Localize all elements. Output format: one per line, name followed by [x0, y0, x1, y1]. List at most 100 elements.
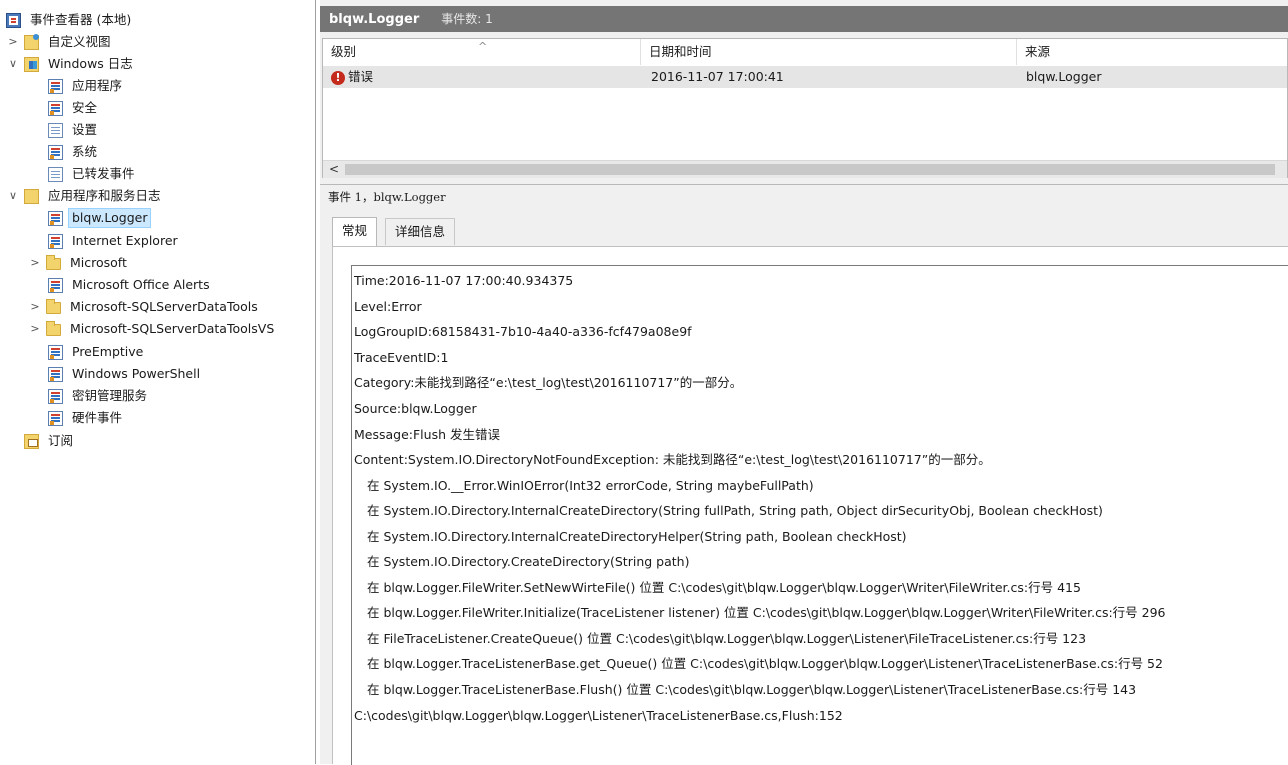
description-line: LogGroupID:68158431-7b10-4a40-a336-fcf47… [354, 324, 692, 339]
tree-item-label: 事件查看器 (本地) [30, 12, 132, 27]
tree-item-label: Microsoft Office Alerts [72, 277, 210, 292]
chevron-right-icon[interactable]: > [30, 301, 40, 312]
description-line: C:\codes\git\blqw.Logger\blqw.Logger\Lis… [354, 708, 843, 723]
tree-item-windows-logs[interactable]: ∨ Windows 日志 [8, 53, 137, 75]
event-level: 错误 [348, 69, 374, 84]
column-label: 级别 [331, 44, 357, 59]
chevron-right-icon[interactable]: > [8, 36, 18, 47]
stack-trace-line: 在 blqw.Logger.FileWriter.Initialize(Trac… [367, 605, 1166, 620]
column-header-level[interactable]: 级别 ^ [323, 39, 641, 65]
tree-item-app-services-logs[interactable]: ∨ 应用程序和服务日志 [8, 185, 165, 207]
description-line: Message:Flush 发生错误 [354, 427, 500, 442]
navigation-tree: 事件查看器 (本地) > 自定义视图 ∨ Windows 日志 应用程序 安全 … [0, 0, 316, 764]
tree-item-label: blqw.Logger [68, 208, 152, 228]
subscriptions-icon [24, 433, 39, 449]
event-viewer-root-icon [6, 12, 21, 28]
chevron-right-icon[interactable]: > [30, 323, 40, 334]
sort-ascending-icon: ^ [478, 40, 488, 53]
tree-item-label: 自定义视图 [48, 34, 111, 49]
description-line: Level:Error [354, 299, 422, 314]
folder-icon [46, 299, 61, 314]
tree-item-label: Windows PowerShell [72, 366, 201, 381]
event-level-cell: ! 错误 [331, 66, 373, 88]
tab-general[interactable]: 常规 [332, 217, 378, 246]
event-description-text[interactable]: Time:2016-11-07 17:00:40.934375 Level:Er… [351, 265, 1288, 765]
tree-item-preemptive[interactable]: PreEmptive [48, 341, 147, 363]
log-icon [48, 388, 63, 404]
event-source: blqw.Logger [1026, 69, 1102, 84]
log-icon [48, 210, 63, 226]
tree-item-label: PreEmptive [72, 344, 144, 359]
chevron-right-icon[interactable]: > [30, 257, 40, 268]
tree-item-label: Microsoft [70, 255, 127, 270]
tree-item-label: Microsoft-SQLServerDataTools [70, 299, 258, 314]
stack-trace-line: 在 System.IO.Directory.CreateDirectory(St… [367, 554, 690, 569]
stack-trace-line: 在 System.IO.__Error.WinIOError(Int32 err… [367, 478, 814, 493]
tree-item-custom-views[interactable]: > 自定义视图 [8, 31, 115, 53]
tree-item-system[interactable]: 系统 [48, 141, 101, 163]
windows-logs-folder-icon [24, 56, 39, 72]
tree-item-event-viewer-root[interactable]: 事件查看器 (本地) [6, 9, 135, 31]
tree-item-label: 密钥管理服务 [72, 388, 148, 403]
doc-log-icon [48, 166, 63, 182]
log-name: blqw.Logger [329, 12, 420, 27]
tree-item-application[interactable]: 应用程序 [48, 75, 126, 97]
tree-item-microsoft[interactable]: > Microsoft [30, 252, 131, 274]
error-icon: ! [331, 70, 345, 85]
tree-item-subscriptions[interactable]: 订阅 [24, 430, 77, 452]
log-icon [48, 344, 63, 360]
tab-details[interactable]: 详细信息 [385, 218, 456, 245]
column-header-datetime[interactable]: 日期和时间 [641, 39, 1017, 65]
folder-icon [46, 255, 61, 270]
tree-item-security[interactable]: 安全 [48, 97, 101, 119]
log-icon [48, 78, 63, 94]
log-icon [48, 366, 63, 382]
tree-item-hardware-events[interactable]: 硬件事件 [48, 407, 126, 429]
log-icon [48, 410, 63, 426]
tree-item-label: Microsoft-SQLServerDataToolsVS [70, 321, 275, 336]
stack-trace-line: 在 System.IO.Directory.InternalCreateDire… [367, 529, 907, 544]
tree-item-forwarded-events[interactable]: 已转发事件 [48, 163, 139, 185]
tree-item-windows-powershell[interactable]: Windows PowerShell [48, 363, 204, 385]
tree-item-sqlserverdatatoolsvs[interactable]: > Microsoft-SQLServerDataToolsVS [30, 318, 278, 340]
main-pane: blqw.Logger 事件数: 1 级别 ^ 日期和时间 来源 ! 错误 201… [320, 0, 1288, 765]
column-header-source[interactable]: 来源 [1017, 39, 1287, 65]
scroll-left-arrow-icon[interactable]: < [329, 161, 339, 178]
custom-views-folder-icon [24, 33, 39, 50]
tree-item-office-alerts[interactable]: Microsoft Office Alerts [48, 274, 214, 296]
column-label: 来源 [1025, 44, 1051, 59]
tree-item-setup[interactable]: 设置 [48, 119, 101, 141]
chevron-down-icon[interactable]: ∨ [8, 190, 18, 201]
description-line: Source:blqw.Logger [354, 401, 477, 416]
detail-panel: Time:2016-11-07 17:00:40.934375 Level:Er… [332, 246, 1288, 765]
doc-log-icon [48, 122, 63, 138]
tree-item-label: 设置 [72, 122, 98, 137]
stack-trace-line: 在 blqw.Logger.TraceListenerBase.get_Queu… [367, 656, 1163, 671]
scrollbar-thumb[interactable] [345, 164, 1275, 175]
event-count: 事件数: 1 [441, 12, 493, 26]
tree-item-label: 硬件事件 [72, 410, 123, 425]
tree-item-label: 系统 [72, 144, 98, 159]
tree-item-sqlserverdatatools[interactable]: > Microsoft-SQLServerDataTools [30, 296, 262, 318]
stack-trace-line: 在 System.IO.Directory.InternalCreateDire… [367, 503, 1103, 518]
horizontal-scrollbar[interactable]: < [323, 160, 1287, 178]
description-line: Time:2016-11-07 17:00:40.934375 [354, 273, 574, 288]
tree-item-key-management[interactable]: 密钥管理服务 [48, 385, 151, 407]
description-line: Category:未能找到路径“e:\test_log\test\2016110… [354, 375, 743, 390]
tree-item-label: 已转发事件 [72, 166, 135, 181]
column-label: 日期和时间 [649, 44, 712, 59]
stack-trace-line: 在 blqw.Logger.FileWriter.SetNewWirteFile… [367, 580, 1081, 595]
tree-item-internet-explorer[interactable]: Internet Explorer [48, 230, 182, 252]
log-icon [48, 100, 63, 116]
event-detail-header: 事件 1，blqw.Logger [320, 184, 1288, 208]
stack-trace-line: 在 blqw.Logger.TraceListenerBase.Flush() … [367, 682, 1137, 697]
stack-trace-line: 在 FileTraceListener.CreateQueue() 位置 C:\… [367, 631, 1087, 646]
tree-item-label: 应用程序 [72, 78, 123, 93]
app-services-folder-icon [24, 188, 39, 204]
folder-icon [46, 321, 61, 336]
chevron-down-icon[interactable]: ∨ [8, 58, 18, 69]
log-icon [48, 144, 63, 160]
event-row[interactable]: ! 错误 2016-11-07 17:00:41 blqw.Logger [323, 66, 1287, 88]
tree-item-label: 订阅 [48, 433, 74, 448]
tree-item-blqw-logger[interactable]: blqw.Logger [48, 207, 152, 229]
